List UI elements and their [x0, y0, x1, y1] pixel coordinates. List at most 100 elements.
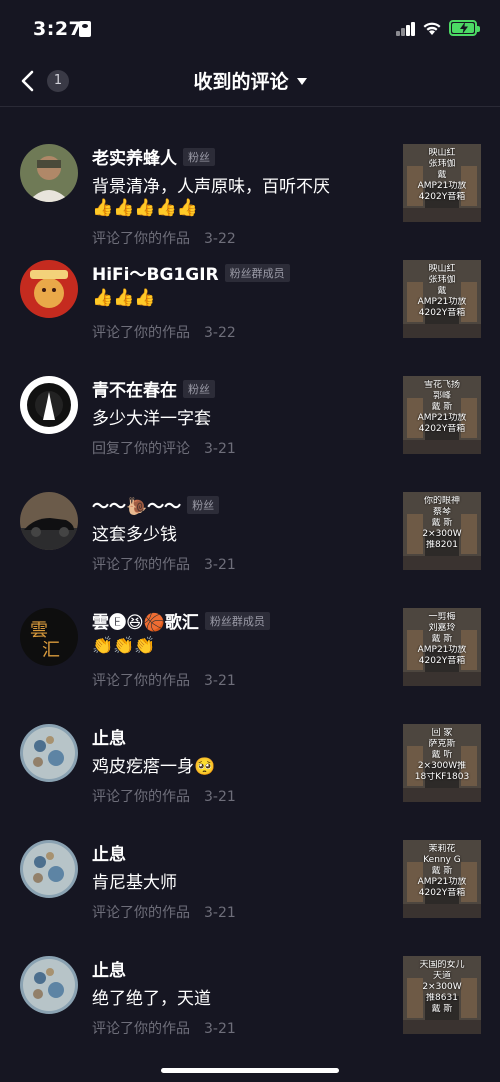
thumbnail-caption-line: 18寸KF1803 — [414, 772, 470, 782]
comment-date: 3-21 — [204, 673, 236, 689]
comment-action: 评论了你的作品 — [92, 905, 190, 921]
wifi-icon — [423, 22, 441, 35]
thumbnail-caption-line: AMP21功放 — [417, 181, 467, 191]
thumbnail-caption-line: 4202Y音箱 — [418, 656, 466, 666]
comment-meta: 评论了你的作品 3-21 — [92, 670, 236, 690]
name-line: HiFi～BG1GIR 粉丝群成员 — [92, 260, 290, 285]
avatar[interactable] — [20, 956, 78, 1014]
video-thumbnail[interactable]: 你的眼神 蔡琴戴 斯 2×300W 推8201 — [403, 492, 481, 570]
thumbnail-caption-line: AMP21功放 — [417, 645, 467, 655]
user-name[interactable]: ～～🐌～～ — [92, 497, 181, 517]
thumbnail-caption-line: 天道 — [432, 971, 451, 981]
comment-text: 肯尼基大师 — [92, 873, 177, 893]
svg-text:汇: 汇 — [42, 640, 60, 661]
comment-action: 评论了你的作品 — [92, 789, 190, 805]
user-name[interactable]: 老实养蜂人 — [92, 149, 177, 169]
fan-badge: 粉丝 — [187, 495, 220, 514]
thumbnail-caption-line: 戴 斯 — [431, 634, 453, 644]
user-name[interactable]: HiFi～BG1GIR — [92, 265, 219, 285]
thumbnail-caption-line: 4202Y音箱 — [418, 308, 466, 318]
comment-row[interactable]: ～～🐌～～ 粉丝 这套多少钱评论了你的作品 3-21 你的眼神 蔡琴戴 斯 2×300W 推8… — [0, 476, 500, 592]
user-name[interactable]: 雲🅔😆🏀歌汇 — [92, 613, 199, 633]
name-line: 青不在春在 粉丝 — [92, 376, 215, 401]
video-thumbnail[interactable]: 茉莉花 Kenny G戴 斯 AMP21功放 4202Y音箱 — [403, 840, 481, 918]
comment-date: 3-22 — [204, 325, 236, 341]
comment-action: 回复了你的评论 — [92, 441, 190, 457]
contact-card-icon — [79, 21, 91, 37]
thumbnail-caption: 天国的女儿 天道 2×300W 推8631 戴 斯 — [403, 960, 481, 1015]
avatar[interactable]: 雲汇 — [20, 608, 78, 666]
fan-badge: 粉丝群成员 — [224, 263, 290, 282]
nav-title-dropdown[interactable]: 收到的评论 — [0, 67, 500, 94]
comment-text: 这套多少钱 — [92, 525, 177, 545]
thumbnail-caption-line: 回 家 — [431, 728, 453, 738]
thumbnail-caption: 映山红 张玮伽戴 AMP21功放 4202Y音箱 — [403, 148, 481, 203]
thumbnail-caption-line: 2×300W — [422, 529, 462, 539]
user-name[interactable]: 止息 — [92, 845, 126, 865]
comment-action: 评论了你的作品 — [92, 673, 190, 689]
comment-text: 👍👍👍 — [92, 288, 156, 308]
comment-row[interactable]: 雲汇雲🅔😆🏀歌汇 粉丝群成员 👏👏👏 评论了你的作品 3-21 一剪梅 刘嘉玲戴 斯 AMP2… — [0, 592, 500, 708]
thumbnail-caption: 雪花飞扬 郭峰戴 斯 AMP21功放 4202Y音箱 — [403, 380, 481, 435]
comment-meta: 评论了你的作品 3-22 — [92, 322, 236, 342]
comment-action: 评论了你的作品 — [92, 557, 190, 573]
home-indicator — [161, 1068, 339, 1073]
user-name[interactable]: 青不在春在 — [92, 381, 177, 401]
video-thumbnail[interactable]: 映山红 张玮伽戴 AMP21功放 4202Y音箱 — [403, 144, 481, 222]
cellular-signal-icon — [396, 22, 416, 36]
comment-meta: 评论了你的作品 3-21 — [92, 1018, 236, 1038]
comment-meta: 评论了你的作品 3-21 — [92, 554, 236, 574]
thumbnail-caption-line: 张玮伽 — [428, 275, 456, 285]
thumbnail-caption: 回 家萨克斯戴 听 2×300W推 18寸KF1803 — [403, 728, 481, 783]
comment-list: 老实养蜂人 粉丝 背景清净，人声原味，百听不厌 👍👍👍👍👍 评论了你的作品 3-22 映山红… — [0, 128, 500, 1056]
thumbnail-caption: 你的眼神 蔡琴戴 斯 2×300W 推8201 — [403, 496, 481, 551]
user-name[interactable]: 止息 — [92, 729, 126, 749]
thumbnail-caption-line: 4202Y音箱 — [418, 888, 466, 898]
thumbnail-caption-line: 戴 — [437, 170, 447, 180]
comment-row[interactable]: 止息绝了绝了，天道评论了你的作品 3-21 天国的女儿 天道 2×300W 推8631 戴 … — [0, 940, 500, 1056]
nav-bar: 1 收到的评论 — [0, 56, 500, 107]
battery-icon — [449, 20, 480, 36]
svg-text:雲: 雲 — [30, 620, 48, 641]
video-thumbnail[interactable]: 一剪梅 刘嘉玲戴 斯 AMP21功放 4202Y音箱 — [403, 608, 481, 686]
video-thumbnail[interactable]: 天国的女儿 天道 2×300W 推8631 戴 斯 — [403, 956, 481, 1034]
thumbnail-caption-line: 雪花飞扬 — [423, 380, 460, 390]
comment-row[interactable]: 止息鸡皮疙瘩一身🥺 评论了你的作品 3-21 回 家萨克斯戴 听 2×300W推 18寸K… — [0, 708, 500, 824]
comment-date: 3-21 — [204, 1021, 236, 1037]
avatar[interactable] — [20, 260, 78, 318]
video-thumbnail[interactable]: 回 家萨克斯戴 听 2×300W推 18寸KF1803 — [403, 724, 481, 802]
thumbnail-caption-line: AMP21功放 — [417, 413, 467, 423]
video-thumbnail[interactable]: 雪花飞扬 郭峰戴 斯 AMP21功放 4202Y音箱 — [403, 376, 481, 454]
comment-row[interactable]: 老实养蜂人 粉丝 背景清净，人声原味，百听不厌 👍👍👍👍👍 评论了你的作品 3-22 映山红… — [0, 128, 500, 247]
comment-row[interactable]: HiFi～BG1GIR 粉丝群成员 👍👍👍 评论了你的作品 3-22 映山红 张玮伽戴 AMP… — [0, 244, 500, 360]
thumbnail-caption-line: 张玮伽 — [428, 159, 456, 169]
name-line: 止息 — [92, 840, 126, 865]
thumbnail-caption-line: 刘嘉玲 — [428, 623, 456, 633]
fan-badge: 粉丝 — [183, 379, 215, 398]
avatar[interactable] — [20, 840, 78, 898]
thumbnail-caption-line: 推8631 — [426, 993, 458, 1003]
user-name[interactable]: 止息 — [92, 961, 126, 981]
thumbnail-caption-line: AMP21功放 — [417, 877, 467, 887]
comment-text: 绝了绝了，天道 — [92, 989, 211, 1009]
comment-meta: 评论了你的作品 3-21 — [92, 786, 236, 806]
comment-text: 多少大洋一字套 — [92, 409, 211, 429]
fan-badge: 粉丝群成员 — [204, 611, 270, 630]
comment-emoji: 👍👍👍👍👍 — [92, 198, 198, 218]
comment-text: 背景清净，人声原味，百听不厌 — [92, 177, 330, 197]
thumbnail-caption-line: 戴 听 — [431, 750, 453, 760]
video-thumbnail[interactable]: 映山红 张玮伽戴 AMP21功放 4202Y音箱 — [403, 260, 481, 338]
comment-date: 3-21 — [204, 905, 236, 921]
comment-text: 鸡皮疙瘩一身🥺 — [92, 757, 216, 777]
avatar[interactable] — [20, 724, 78, 782]
name-line: 老实养蜂人 粉丝 — [92, 144, 215, 169]
avatar[interactable] — [20, 376, 78, 434]
comment-row[interactable]: 青不在春在 粉丝 多少大洋一字套 回复了你的评论 3-21 雪花飞扬 郭峰戴 斯 AMP21功… — [0, 360, 500, 476]
avatar[interactable] — [20, 144, 78, 202]
comment-row[interactable]: 止息肯尼基大师评论了你的作品 3-21 茉莉花 Kenny G戴 斯 AMP21功放 42… — [0, 824, 500, 940]
comment-date: 3-21 — [204, 557, 236, 573]
status-bar: 3:27 — [0, 0, 500, 56]
comment-action: 评论了你的作品 — [92, 1021, 190, 1037]
name-line: 止息 — [92, 956, 126, 981]
avatar[interactable] — [20, 492, 78, 550]
